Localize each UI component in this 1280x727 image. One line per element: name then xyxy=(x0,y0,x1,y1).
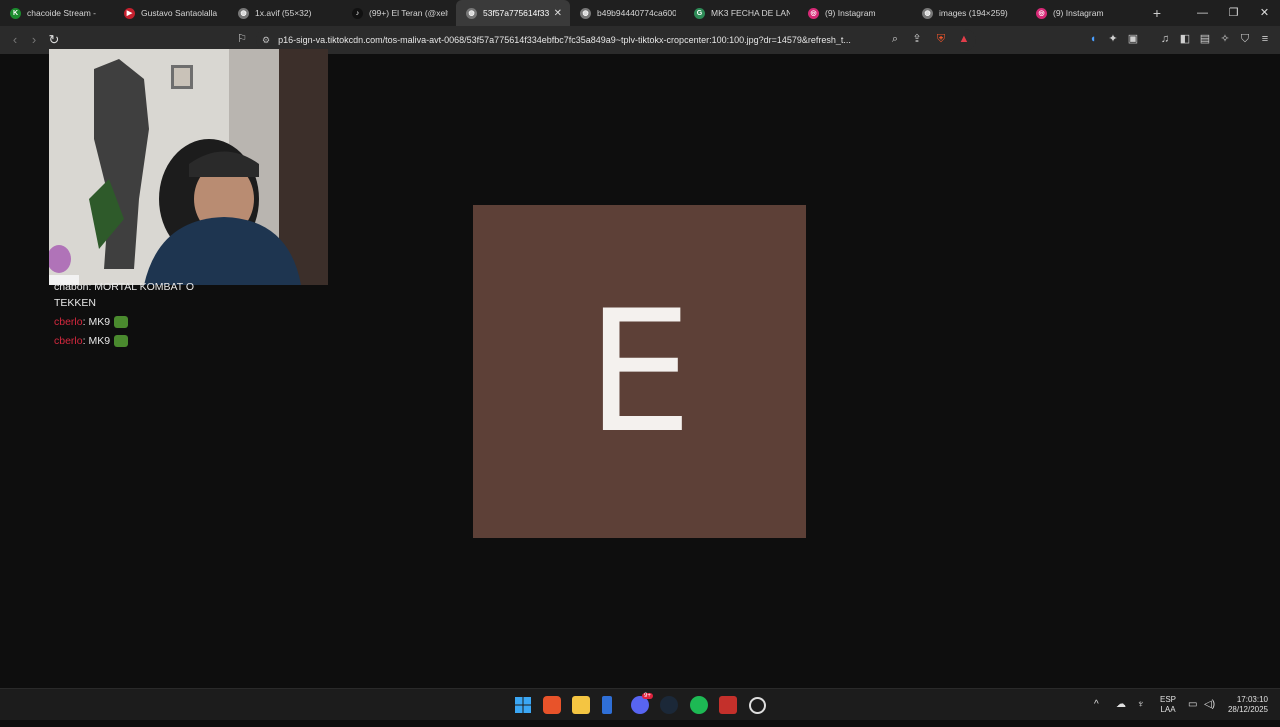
tab-favicon-icon: ◍ xyxy=(922,7,933,19)
discord-notification-badge: 9+ xyxy=(642,693,653,699)
url-text[interactable]: p16-sign-va.tiktokcdn.com/tos-maliva-avt… xyxy=(278,35,878,45)
browser-tab[interactable]: G MK3 FECHA DE LANZA xyxy=(684,0,798,26)
address-bar[interactable]: ⚙ p16-sign-va.tiktokcdn.com/tos-maliva-a… xyxy=(256,29,976,51)
tab-title: (9) Instagram xyxy=(1053,8,1104,18)
file-explorer-icon[interactable] xyxy=(572,696,590,714)
chat-username: cberlo xyxy=(54,316,83,328)
tab-favicon-icon: ◍ xyxy=(580,7,591,19)
speech-icon[interactable]: ◖ xyxy=(1086,32,1100,46)
browser-tab[interactable]: ▶ Gustavo Santaolalla xyxy=(114,0,228,26)
tab-favicon-icon: ▶ xyxy=(124,7,135,19)
chat-text: TEKKEN xyxy=(54,297,97,309)
chat-overlay: chabon: MORTAL KOMBAT O TEKKEN cberlo : … xyxy=(54,279,254,349)
media-icon[interactable]: ♫ xyxy=(1158,32,1172,46)
browser-tab[interactable]: ◎ (9) Instagram xyxy=(1026,0,1140,26)
spotify-icon[interactable] xyxy=(690,696,708,714)
chat-message: cberlo : MK9 xyxy=(54,314,254,330)
bookmark-icon[interactable]: ⚐ xyxy=(235,32,249,46)
tab-favicon-icon: ♪ xyxy=(352,7,363,19)
browser-tab[interactable]: ♪ (99+) El Teran (@xelter xyxy=(342,0,456,26)
vpn-icon[interactable]: ⛉ xyxy=(1238,32,1252,46)
chat-message: chabon: MORTAL KOMBAT O xyxy=(54,279,254,295)
taskbar: 9+ ^ ☁ ♆ ESP LAA ▭ ◁) 17:03:10 28/12/202… xyxy=(0,688,1280,720)
tab-title: images (194×259) xyxy=(939,8,1008,18)
chat-message-continuation: TEKKEN xyxy=(54,295,254,311)
tab-favicon-icon: ◍ xyxy=(238,7,249,19)
avatar-letter: E xyxy=(586,273,693,470)
window-controls: — ❐ ✕ xyxy=(1187,0,1280,26)
back-icon[interactable]: ‹ xyxy=(5,26,25,54)
close-window-icon[interactable]: ✕ xyxy=(1249,0,1280,26)
brave-browser-icon[interactable] xyxy=(543,696,561,714)
keyboard-layout: LAA xyxy=(1160,705,1176,714)
chat-text: MK9 xyxy=(88,335,111,347)
tab-title: MK3 FECHA DE LANZA xyxy=(711,8,790,18)
tab-favicon-icon: ◍ xyxy=(466,7,477,19)
tab-title: Gustavo Santaolalla xyxy=(141,8,218,18)
avatar-image: E xyxy=(473,205,806,538)
tab-favicon-icon: G xyxy=(694,7,705,19)
browser-tab[interactable]: ◎ (9) Instagram xyxy=(798,0,912,26)
zoom-icon[interactable]: ⌕ xyxy=(888,32,902,46)
chat-message: cberlo : MK9 xyxy=(54,333,254,349)
browser-tab[interactable]: ◍ 53f57a775614f33 ✕ xyxy=(456,0,570,26)
tab-favicon-icon: K xyxy=(10,7,21,19)
new-tab-button[interactable]: + xyxy=(1144,5,1170,21)
microphone-icon[interactable]: ♆ xyxy=(1137,689,1145,721)
restore-icon[interactable]: ❐ xyxy=(1218,0,1249,26)
tab-favicon-icon: ◎ xyxy=(1036,7,1047,19)
language-indicator[interactable]: ESP LAA xyxy=(1160,695,1176,727)
tab-title: chacoide Stream - xyxy=(27,8,96,18)
browser-tab[interactable]: Kchacoide Stream - xyxy=(0,0,114,26)
minimize-icon[interactable]: — xyxy=(1187,0,1218,26)
chat-username: cberlo xyxy=(54,335,83,347)
media-app-icon[interactable] xyxy=(719,696,737,714)
tab-favicon-icon: ◎ xyxy=(808,7,819,19)
steam-icon[interactable] xyxy=(660,696,678,714)
chat-text: MK9 xyxy=(88,316,111,328)
network-icon[interactable]: ▭ xyxy=(1188,689,1197,721)
tab-title: 1x.avif (55×32) xyxy=(255,8,312,18)
wallet-icon[interactable]: ▤ xyxy=(1198,32,1212,46)
bing-icon[interactable] xyxy=(602,696,612,714)
leo-ai-icon[interactable]: ✧ xyxy=(1218,32,1232,46)
menu-icon[interactable]: ≡ xyxy=(1258,32,1272,46)
brave-shields-icon[interactable]: ⛨ xyxy=(934,32,948,46)
tab-title: (9) Instagram xyxy=(825,8,876,18)
webcam-overlay xyxy=(49,49,328,285)
obs-icon[interactable] xyxy=(749,697,766,714)
language-code: ESP xyxy=(1160,695,1177,704)
extensions-icon[interactable]: ✦ xyxy=(1106,32,1120,46)
pepe-emote-icon xyxy=(114,335,129,347)
webcam-image xyxy=(49,49,328,285)
volume-icon[interactable]: ◁) xyxy=(1204,689,1215,721)
chat-text: chabon: MORTAL KOMBAT O xyxy=(54,281,195,293)
tab-title: 53f57a775614f33 xyxy=(483,8,550,18)
onedrive-icon[interactable]: ☁ xyxy=(1116,689,1126,721)
tab-title: (99+) El Teran (@xelter xyxy=(369,8,448,18)
clock-time: 17:03:10 xyxy=(1236,695,1268,704)
pepe-emote-icon xyxy=(114,316,129,328)
clock[interactable]: 17:03:10 28/12/2025 xyxy=(1224,695,1268,727)
tab-strip: Kchacoide Stream - ▶ Gustavo Santaolalla ◍ 1… xyxy=(0,0,1280,26)
forward-icon[interactable]: › xyxy=(24,26,44,54)
browser-tab[interactable]: ◍ b49b94440774ca600a xyxy=(570,0,684,26)
tab-title: b49b94440774ca600a xyxy=(597,8,676,18)
windows-start-icon[interactable] xyxy=(514,696,532,714)
screenshot-icon[interactable]: ▣ xyxy=(1126,32,1140,46)
close-tab-icon[interactable]: ✕ xyxy=(554,8,562,19)
browser-tab[interactable]: ◍ 1x.avif (55×32) xyxy=(228,0,342,26)
tray-overflow-icon[interactable]: ^ xyxy=(1094,689,1099,721)
clock-date: 28/12/2025 xyxy=(1227,705,1268,714)
brave-rewards-icon[interactable]: ▲ xyxy=(957,32,971,46)
sidebar-icon[interactable]: ◧ xyxy=(1178,32,1192,46)
site-info-icon[interactable]: ⚙ xyxy=(262,35,270,46)
share-icon[interactable]: ⇪ xyxy=(910,32,924,46)
browser-tab[interactable]: ◍ images (194×259) xyxy=(912,0,1026,26)
